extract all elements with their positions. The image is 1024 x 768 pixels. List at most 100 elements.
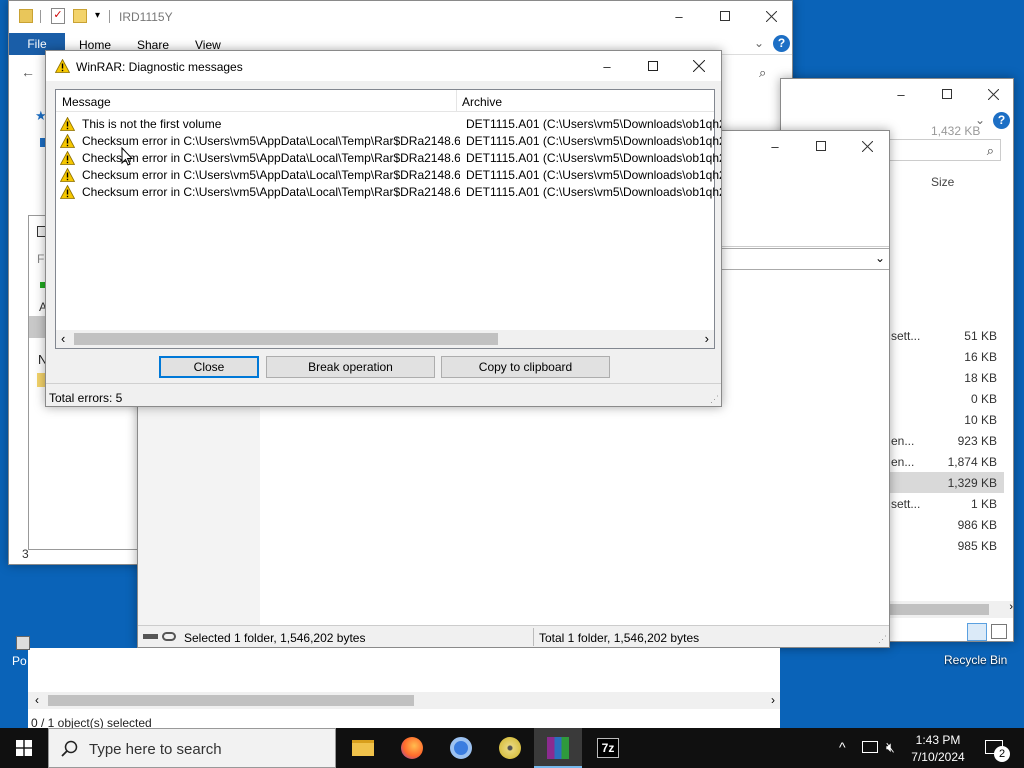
file-size: 16 KB: [964, 350, 997, 364]
status-total: Total 1 folder, 1,546,202 bytes: [539, 631, 700, 645]
file-name: en...: [891, 434, 915, 448]
separator: [109, 10, 110, 23]
minimize-button[interactable]: –: [584, 51, 630, 81]
taskbar-chrome[interactable]: [436, 728, 484, 768]
search-icon[interactable]: ⌕: [987, 143, 994, 159]
scroll-left-arrow-icon[interactable]: ‹: [35, 693, 39, 707]
file-size: 923 KB: [957, 434, 997, 448]
search-icon: [61, 740, 78, 757]
taskbar-disc-app[interactable]: [485, 728, 533, 768]
file-name: sett...: [891, 497, 921, 511]
path-combo[interactable]: ⌄: [720, 248, 889, 270]
maximize-button[interactable]: [630, 51, 676, 81]
close-button[interactable]: [844, 131, 889, 161]
file-size: 985 KB: [957, 539, 997, 553]
network-icon[interactable]: [862, 741, 878, 753]
dialog-titlebar: WinRAR: Diagnostic messages –: [46, 51, 721, 81]
close-button[interactable]: [676, 51, 721, 81]
scroll-right-arrow-icon[interactable]: ›: [1009, 601, 1013, 613]
maximize-button[interactable]: [798, 131, 844, 161]
archive-text: DET1115.A01 (C:\Users\vm5\Downloads\ob1q…: [466, 184, 721, 199]
messages-list[interactable]: Message Archive This is not the first vo…: [55, 89, 721, 349]
column-header-archive[interactable]: Archive: [462, 95, 502, 109]
clock[interactable]: 1:43 PM 7/10/2024: [905, 730, 971, 766]
file-size: 1,874 KB: [947, 455, 997, 469]
resize-grip-icon[interactable]: ⋰: [710, 394, 719, 405]
chevron-down-icon[interactable]: ⌄: [754, 36, 764, 50]
archive-text: DET1115.A01 (C:\Users\vm5\Downloads\ob1q…: [466, 150, 721, 165]
status-selected: Selected 1 folder, 1,546,202 bytes: [184, 631, 366, 645]
message-text: Checksum error in C:\Users\vm5\AppData\L…: [82, 184, 460, 199]
warning-icon: [55, 59, 70, 73]
h-scrollbar[interactable]: ‹ ›: [28, 692, 780, 709]
help-icon[interactable]: ?: [993, 112, 1010, 129]
file-explorer-icon: [352, 740, 374, 756]
taskbar-winrar[interactable]: [534, 728, 582, 768]
file-name: sett...: [891, 329, 921, 343]
message-text: Checksum error in C:\Users\vm5\AppData\L…: [82, 133, 460, 148]
scroll-right-arrow-icon[interactable]: ›: [771, 693, 775, 707]
message-text: Checksum error in C:\Users\vm5\AppData\L…: [82, 167, 460, 182]
taskbar-file-explorer[interactable]: [338, 728, 386, 768]
message-text: Checksum error in C:\Users\vm5\AppData\L…: [82, 150, 460, 165]
dialog-divider: [46, 383, 721, 384]
start-button[interactable]: [0, 728, 48, 768]
close-dialog-button[interactable]: Close: [159, 356, 259, 378]
warning-icon: [60, 167, 75, 182]
copy-to-clipboard-button[interactable]: Copy to clipboard: [441, 356, 610, 378]
customize-qat-icon[interactable]: ▾: [95, 10, 100, 21]
clock-date: 7/10/2024: [911, 750, 965, 764]
scrollbar-thumb[interactable]: [889, 604, 989, 615]
scroll-right-arrow-icon[interactable]: ›: [705, 331, 709, 346]
maximize-button[interactable]: [924, 79, 970, 109]
status-bar: Selected 1 folder, 1,546,202 bytes Total…: [138, 625, 889, 647]
details-view-icon[interactable]: [967, 623, 987, 641]
search-box[interactable]: Type here to search: [48, 728, 336, 768]
h-scrollbar[interactable]: ›: [889, 601, 1013, 618]
scrollbar-thumb[interactable]: [74, 333, 498, 345]
properties-icon[interactable]: ✓: [51, 8, 65, 24]
column-header-message[interactable]: Message: [62, 95, 111, 109]
list-item[interactable]: Checksum error in C:\Users\vm5\AppData\L…: [60, 166, 721, 183]
close-button[interactable]: [748, 1, 792, 31]
list-item[interactable]: This is not the first volume DET1115.A01…: [60, 115, 721, 132]
disc-icon: [499, 737, 521, 759]
list-item[interactable]: Checksum error in C:\Users\vm5\AppData\L…: [60, 132, 721, 149]
search-icon[interactable]: ⌕: [759, 65, 766, 81]
status-divider: [533, 628, 534, 646]
explorer-titlebar: ✓ ▾ IRD1115Y –: [9, 1, 792, 33]
help-icon[interactable]: ?: [773, 35, 790, 52]
back-arrow-icon[interactable]: ←: [21, 64, 35, 80]
chevron-up-icon[interactable]: ^: [839, 739, 846, 755]
winrar-icon: [547, 737, 569, 759]
resize-grip-icon[interactable]: ⋰: [878, 634, 887, 645]
break-operation-button[interactable]: Break operation: [266, 356, 435, 378]
taskbar-firefox[interactable]: [387, 728, 435, 768]
desktop-shortcut-left[interactable]: Po: [8, 630, 32, 670]
new-folder-icon[interactable]: [73, 9, 87, 23]
tiles-view-icon[interactable]: [991, 624, 1007, 639]
minimize-button[interactable]: –: [752, 131, 798, 161]
h-scrollbar[interactable]: ‹ ›: [56, 330, 714, 348]
list-item[interactable]: Checksum error in C:\Users\vm5\AppData\L…: [60, 149, 721, 166]
message-text: This is not the first volume: [82, 116, 222, 131]
column-divider: [456, 90, 457, 112]
search-placeholder: Type here to search: [89, 741, 222, 758]
explorer-title: IRD1115Y: [119, 10, 173, 24]
column-header-size[interactable]: Size: [931, 175, 954, 189]
list-item[interactable]: Checksum error in C:\Users\vm5\AppData\L…: [60, 183, 721, 200]
chevron-down-icon[interactable]: ⌄: [875, 251, 885, 265]
file-size: 10 KB: [964, 413, 997, 427]
scrollbar-thumb[interactable]: [48, 695, 414, 706]
close-button[interactable]: [970, 79, 1013, 109]
notification-center[interactable]: 2: [980, 728, 1024, 768]
volume-muted-icon[interactable]: 🔇︎: [886, 739, 895, 756]
minimize-button[interactable]: –: [878, 79, 924, 109]
maximize-button[interactable]: [702, 1, 748, 31]
search-box[interactable]: ⌕: [889, 139, 1001, 161]
minimize-button[interactable]: –: [656, 1, 702, 31]
warning-icon: [60, 116, 75, 131]
taskbar-7zip[interactable]: 7z: [584, 728, 632, 768]
scroll-left-arrow-icon[interactable]: ‹: [61, 331, 65, 346]
recycle-bin[interactable]: Recycle Bin: [940, 645, 1015, 670]
